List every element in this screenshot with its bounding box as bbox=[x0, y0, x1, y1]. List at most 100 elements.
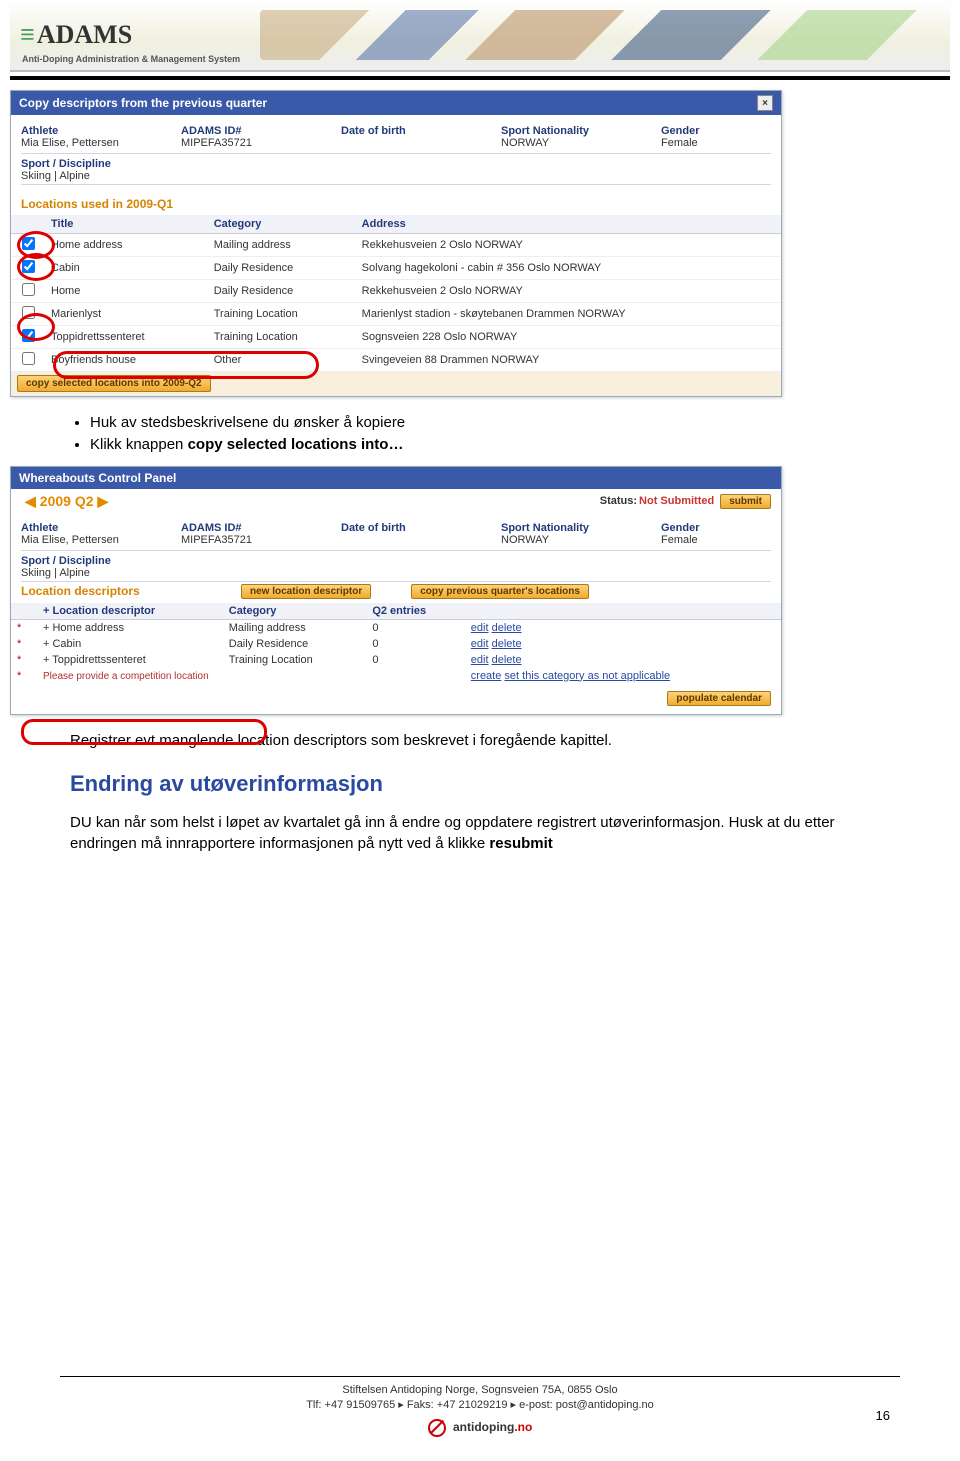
page-footer: Stiftelsen Antidoping Norge, Sognsveien … bbox=[0, 1376, 960, 1437]
locations-table: Title Category Address Home addressMaili… bbox=[11, 215, 781, 396]
paragraph: Registrer evt manglende location descrip… bbox=[70, 731, 900, 854]
adamsid-value: MIPEFA35721 bbox=[181, 137, 341, 149]
row-checkbox[interactable] bbox=[22, 260, 35, 273]
delete-link[interactable]: delete bbox=[492, 622, 522, 634]
create-link[interactable]: create bbox=[471, 670, 502, 682]
row-entries: 0 bbox=[366, 636, 464, 652]
gender-value: Female bbox=[661, 137, 771, 149]
col-descriptor: + Location descriptor bbox=[37, 603, 223, 620]
row-checkbox[interactable] bbox=[22, 237, 35, 250]
descriptors-table: + Location descriptor Category Q2 entrie… bbox=[11, 603, 781, 684]
row-address: Marienlyst stadion - skøytebanen Drammen… bbox=[356, 303, 781, 326]
row-address: Rekkehusveien 2 Oslo NORWAY bbox=[356, 280, 781, 303]
edit-link[interactable]: edit bbox=[471, 638, 489, 650]
row-title: Boyfriends house bbox=[45, 349, 208, 372]
adamsid-label: ADAMS ID# bbox=[181, 522, 341, 534]
table-row: CabinDaily ResidenceSolvang hagekoloni -… bbox=[11, 257, 781, 280]
submit-button[interactable]: submit bbox=[720, 494, 771, 509]
divider bbox=[10, 76, 950, 80]
panel-title-bar: Whereabouts Control Panel bbox=[11, 467, 781, 489]
dob-label: Date of birth bbox=[341, 125, 501, 137]
table-row: Boyfriends houseOtherSvingeveien 88 Dram… bbox=[11, 349, 781, 372]
header-banner: ≡ ADAMS Anti-Doping Administration & Man… bbox=[10, 0, 950, 72]
instruction-list: Huk av stedsbeskrivelsene du ønsker å ko… bbox=[70, 413, 900, 456]
adams-logo: ≡ ADAMS bbox=[20, 20, 132, 50]
copy-descriptors-panel: Copy descriptors from the previous quart… bbox=[10, 90, 782, 397]
row-checkbox[interactable] bbox=[22, 352, 35, 365]
copy-locations-button[interactable]: copy selected locations into 2009-Q2 bbox=[17, 375, 211, 392]
section-heading: Endring av utøverinformasjon bbox=[70, 769, 900, 799]
para-text: DU kan når som helst i løpet av kvartale… bbox=[70, 813, 900, 854]
row-title: Cabin bbox=[45, 257, 208, 280]
athlete-label: Athlete bbox=[21, 522, 181, 534]
dob-label: Date of birth bbox=[341, 522, 501, 534]
status-value: Not Submitted bbox=[637, 495, 720, 507]
row-category: Daily Residence bbox=[208, 280, 356, 303]
panel-title: Copy descriptors from the previous quart… bbox=[19, 96, 267, 110]
row-descriptor[interactable]: + Cabin bbox=[37, 636, 223, 652]
athlete-label: Athlete bbox=[21, 125, 181, 137]
footer-logo: antidoping.no bbox=[0, 1419, 960, 1437]
nationality-label: Sport Nationality bbox=[501, 125, 661, 137]
row-address: Svingeveien 88 Drammen NORWAY bbox=[356, 349, 781, 372]
adamsid-label: ADAMS ID# bbox=[181, 125, 341, 137]
new-location-descriptor-button[interactable]: new location descriptor bbox=[241, 584, 371, 599]
table-row: *+ Home addressMailing address0edit dele… bbox=[11, 619, 781, 636]
row-checkbox[interactable] bbox=[22, 329, 35, 342]
prev-quarter-icon[interactable]: ◀ bbox=[21, 493, 40, 510]
table-row: ToppidrettssenteretTraining LocationSogn… bbox=[11, 326, 781, 349]
list-item: Klikk knappen copy selected locations in… bbox=[90, 435, 900, 455]
gender-label: Gender bbox=[661, 125, 771, 137]
row-title: Toppidrettssenteret bbox=[45, 326, 208, 349]
competition-warning: Please provide a competition location bbox=[43, 671, 209, 682]
gender-value: Female bbox=[661, 534, 771, 546]
row-title: Marienlyst bbox=[45, 303, 208, 326]
col-entries: Q2 entries bbox=[366, 603, 464, 620]
list-item: Huk av stedsbeskrivelsene du ønsker å ko… bbox=[90, 413, 900, 433]
adamsid-value: MIPEFA35721 bbox=[181, 534, 341, 546]
delete-link[interactable]: delete bbox=[492, 654, 522, 666]
col-title: Title bbox=[45, 215, 208, 234]
sport-label: Sport / Discipline bbox=[21, 158, 771, 170]
row-category: Mailing address bbox=[208, 234, 356, 257]
populate-calendar-button[interactable]: populate calendar bbox=[667, 691, 771, 706]
row-title: Home bbox=[45, 280, 208, 303]
copy-previous-quarter-button[interactable]: copy previous quarter's locations bbox=[411, 584, 589, 599]
row-category: Training Location bbox=[223, 652, 367, 668]
footer-line2: Tlf: +47 91509765 ▸ Faks: +47 21029219 ▸… bbox=[0, 1398, 960, 1413]
set-not-applicable-link[interactable]: set this category as not applicable bbox=[504, 670, 670, 682]
row-address: Sognsveien 228 Oslo NORWAY bbox=[356, 326, 781, 349]
sport-value: Skiing | Alpine bbox=[21, 170, 771, 182]
row-category: Training Location bbox=[208, 303, 356, 326]
panel-title-bar: Copy descriptors from the previous quart… bbox=[11, 91, 781, 115]
row-category: Daily Residence bbox=[223, 636, 367, 652]
row-checkbox[interactable] bbox=[22, 283, 35, 296]
row-category: Other bbox=[208, 349, 356, 372]
row-checkbox[interactable] bbox=[22, 306, 35, 319]
gender-label: Gender bbox=[661, 522, 771, 534]
next-quarter-icon[interactable]: ▶ bbox=[94, 493, 113, 510]
page-number: 16 bbox=[876, 1408, 890, 1423]
sport-label: Sport / Discipline bbox=[21, 555, 771, 567]
edit-link[interactable]: edit bbox=[471, 654, 489, 666]
row-entries: 0 bbox=[366, 652, 464, 668]
row-descriptor[interactable]: + Toppidrettssenteret bbox=[37, 652, 223, 668]
panel-title: Whereabouts Control Panel bbox=[19, 471, 176, 485]
edit-link[interactable]: edit bbox=[471, 622, 489, 634]
nationality-value: NORWAY bbox=[501, 137, 661, 149]
col-category: Category bbox=[208, 215, 356, 234]
row-address: Solvang hagekoloni - cabin # 356 Oslo NO… bbox=[356, 257, 781, 280]
row-descriptor[interactable]: + Home address bbox=[37, 619, 223, 636]
delete-link[interactable]: delete bbox=[492, 638, 522, 650]
row-entries: 0 bbox=[366, 619, 464, 636]
row-category: Training Location bbox=[208, 326, 356, 349]
table-row: HomeDaily ResidenceRekkehusveien 2 Oslo … bbox=[11, 280, 781, 303]
close-icon[interactable]: × bbox=[757, 95, 773, 111]
athlete-name: Mia Elise, Pettersen bbox=[21, 534, 181, 546]
table-row: *+ ToppidrettssenteretTraining Location0… bbox=[11, 652, 781, 668]
quarter-label: 2009 Q2 bbox=[40, 493, 94, 509]
row-category: Daily Residence bbox=[208, 257, 356, 280]
col-address: Address bbox=[356, 215, 781, 234]
nationality-value: NORWAY bbox=[501, 534, 661, 546]
para-text: Registrer evt manglende location descrip… bbox=[70, 731, 900, 751]
